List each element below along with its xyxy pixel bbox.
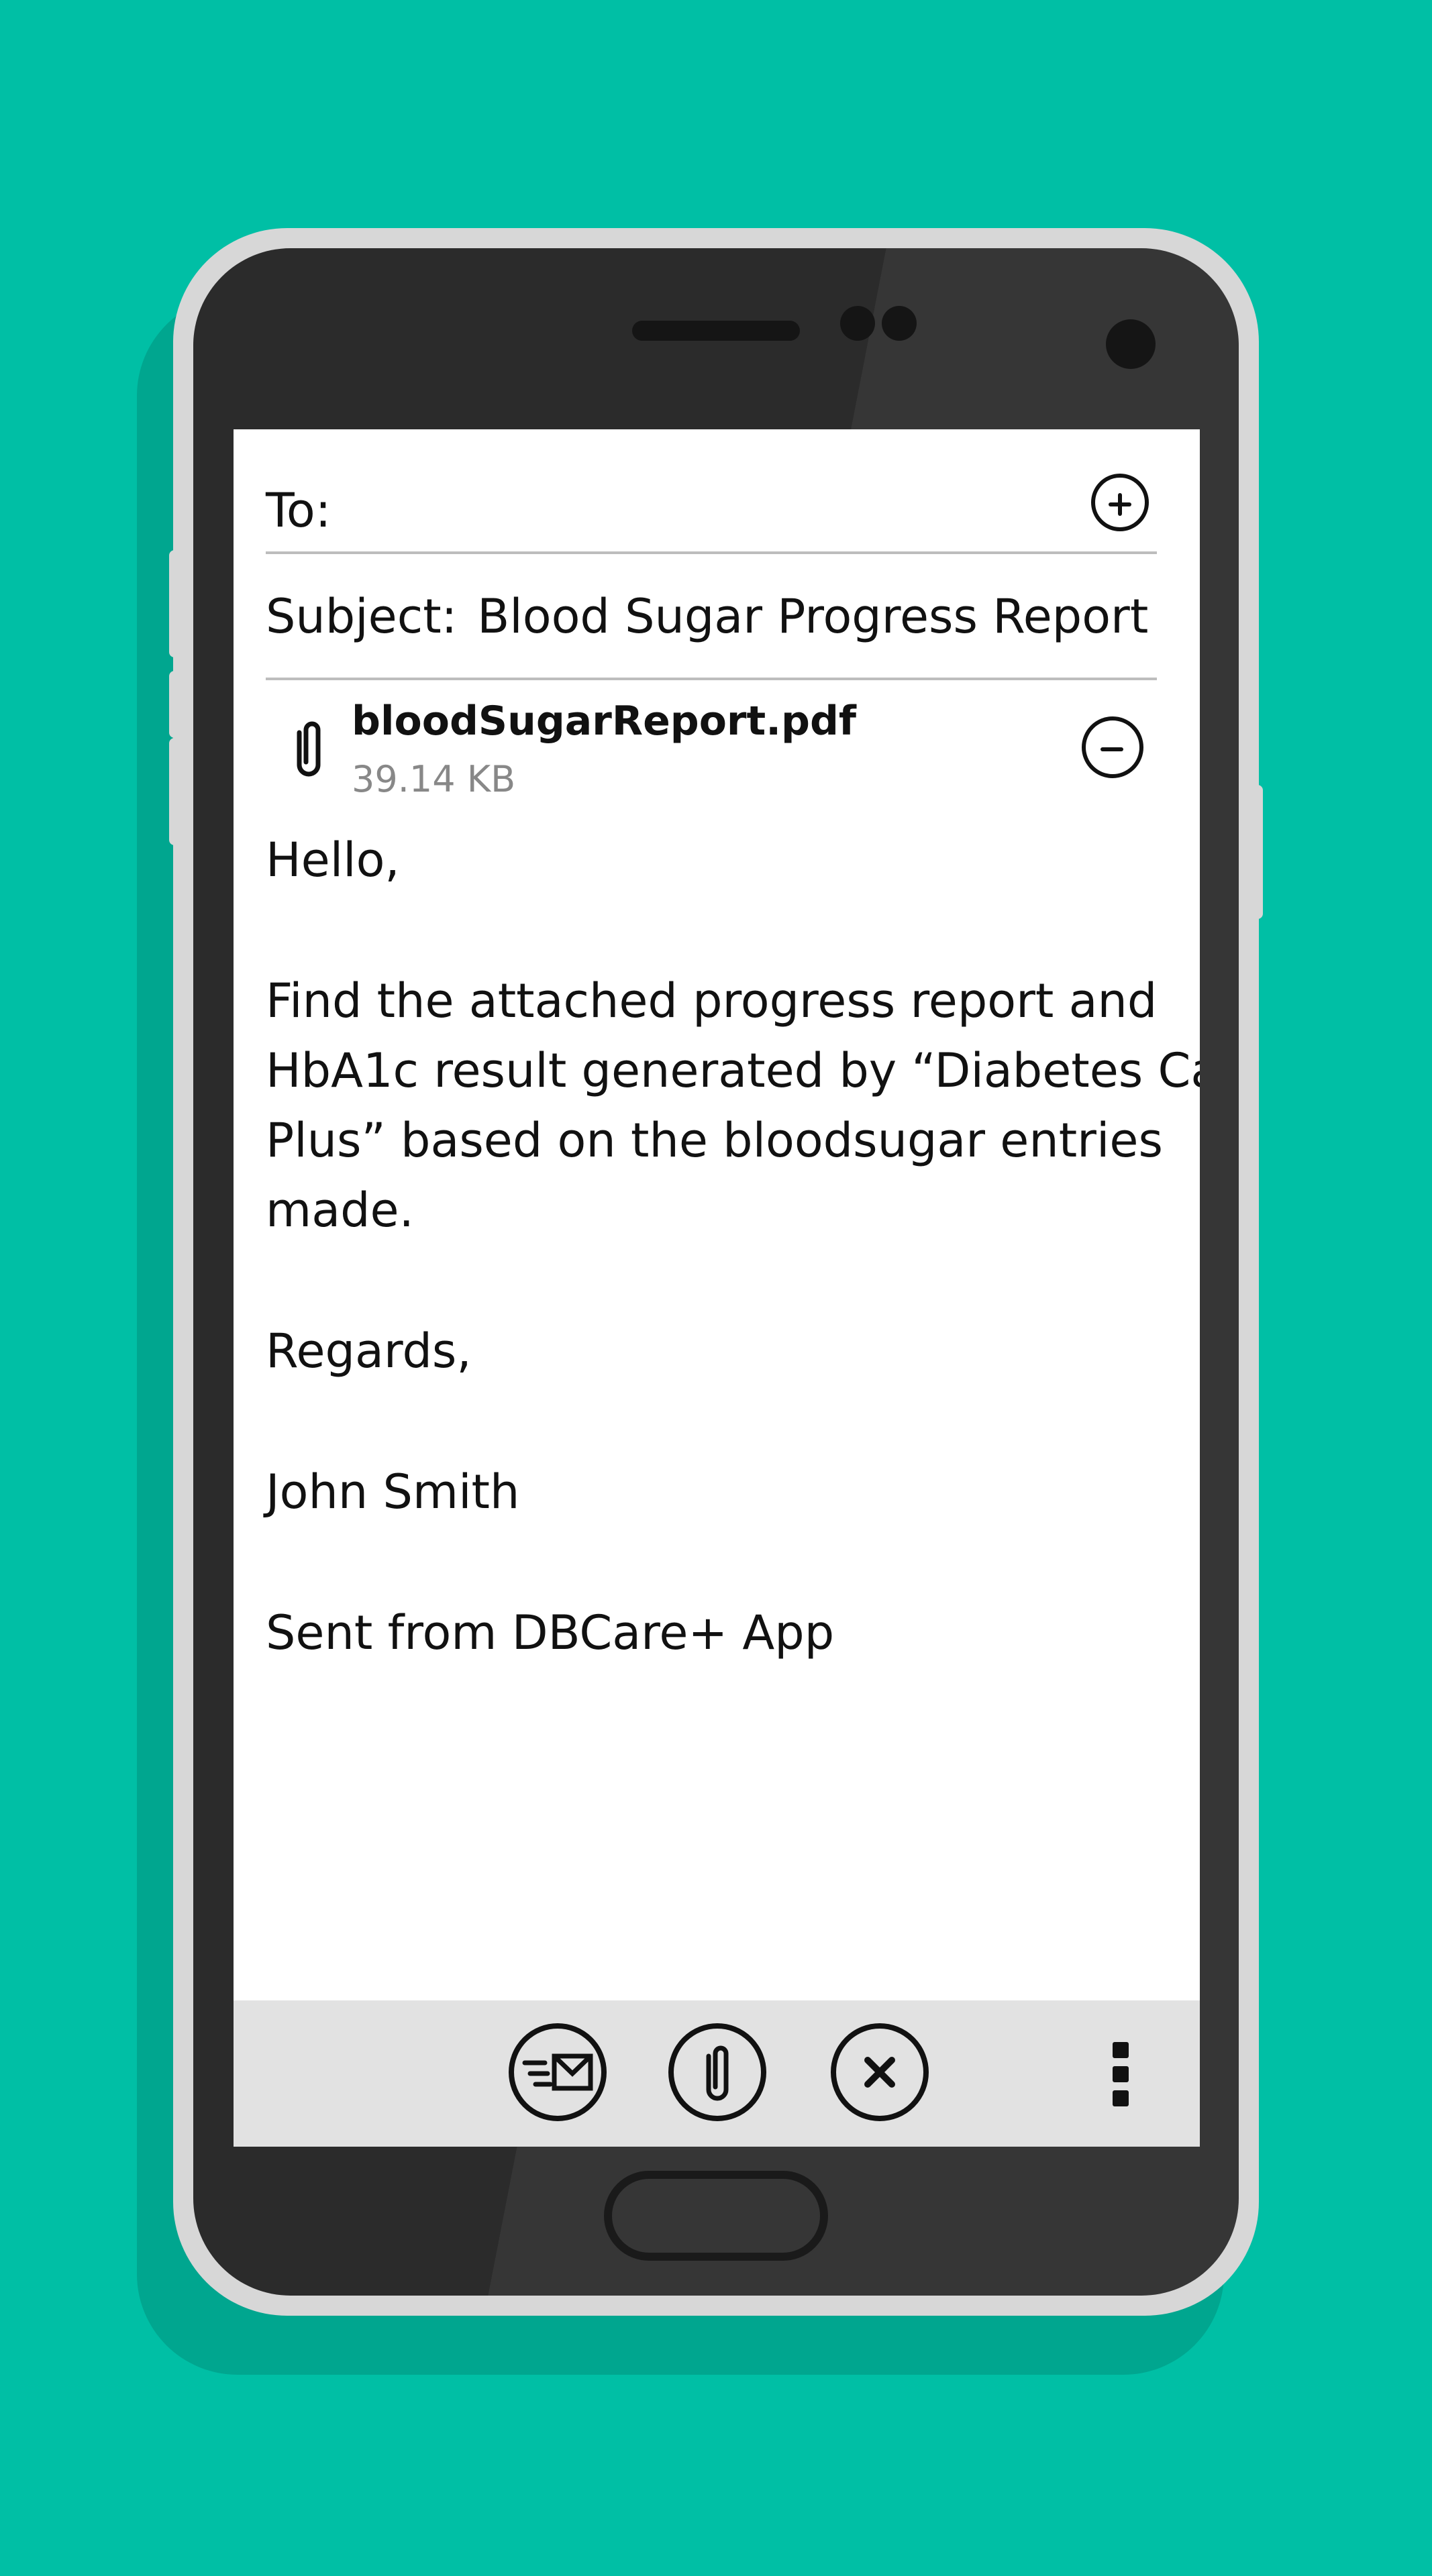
body-line-1: Find the attached progress report and — [266, 973, 1158, 1028]
attach-button[interactable] — [668, 2023, 766, 2121]
side-button-left-2 — [169, 671, 180, 738]
email-compose-screen: To: Subject: Blood Sugar Progress Report… — [234, 429, 1200, 2147]
attachment-size: 39.14 KB — [352, 758, 516, 800]
side-button-left-3 — [169, 738, 180, 845]
body-line-2: HbA1c result generated by “Diabetes Care — [266, 1043, 1200, 1098]
subject-label: Subject: — [266, 589, 458, 644]
front-camera — [1106, 319, 1156, 369]
closing: Regards, — [266, 1324, 472, 1379]
sensor-1 — [840, 306, 875, 341]
attachment-filename: bloodSugarReport.pdf — [352, 698, 856, 745]
minus-circle-icon — [1101, 747, 1123, 751]
side-button-left-1 — [169, 550, 180, 657]
send-mail-icon — [522, 2053, 593, 2091]
signature: John Smith — [266, 1464, 520, 1519]
subject-field[interactable]: Subject: Blood Sugar Progress Report of … — [266, 555, 1157, 680]
more-vertical-icon[interactable] — [1113, 2042, 1129, 2114]
side-button-right — [1252, 785, 1263, 919]
discard-icon — [864, 2057, 895, 2088]
footer-line: Sent from DBCare+ App — [266, 1605, 835, 1660]
to-field[interactable]: To: — [266, 470, 1157, 554]
speaker-grille — [632, 321, 800, 341]
add-recipient-button[interactable] — [1091, 474, 1149, 531]
attach-icon — [706, 2045, 729, 2101]
home-button[interactable] — [604, 2171, 828, 2261]
app-bar — [234, 2000, 1200, 2147]
body-line-4: made. — [266, 1183, 414, 1238]
subject-value[interactable]: Blood Sugar Progress Report of ... — [477, 589, 1157, 644]
send-button[interactable] — [509, 2023, 607, 2121]
discard-button[interactable] — [831, 2023, 929, 2121]
body-line-3: Plus” based on the bloodsugar entries — [266, 1113, 1163, 1168]
remove-attachment-button[interactable] — [1082, 716, 1143, 778]
sensor-2 — [882, 306, 917, 341]
paperclip-icon — [297, 721, 321, 777]
to-label: To: — [266, 483, 331, 538]
greeting: Hello, — [266, 833, 400, 888]
